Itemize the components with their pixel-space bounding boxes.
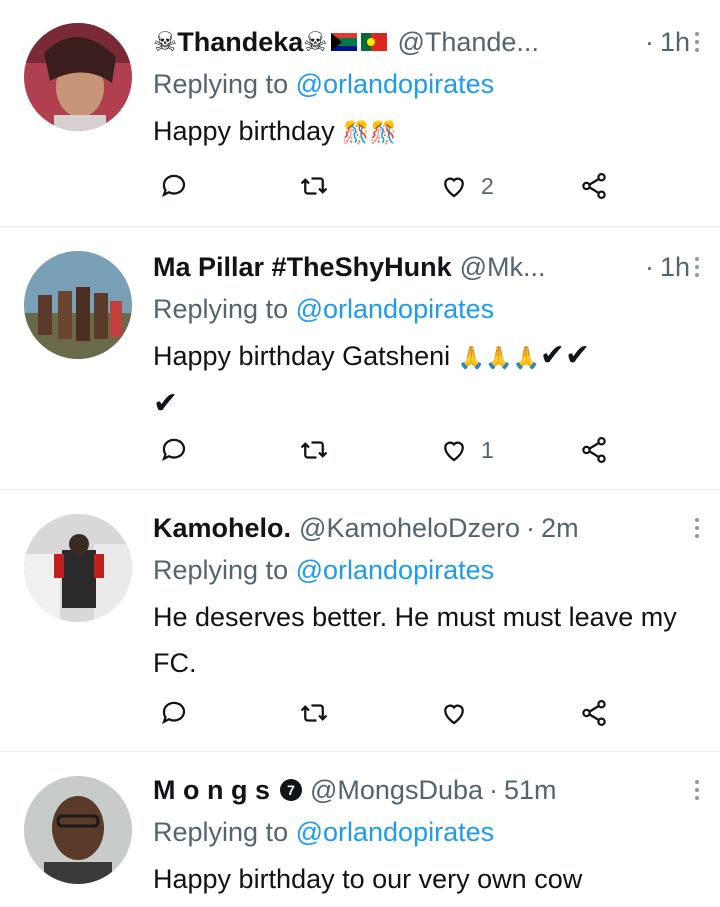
- tweet-text: Happy birthday to our very own cow: [153, 856, 690, 902]
- like-button[interactable]: 1: [439, 430, 494, 470]
- tweet-item[interactable]: ☠Thandeka☠ @Thande... · 1h Replying to @…: [0, 0, 720, 227]
- tweet-text-content: Happy birthday to our very own cow: [153, 864, 583, 894]
- replying-to: Replying to @orlandopirates: [153, 287, 690, 331]
- timestamp[interactable]: 1h: [660, 27, 690, 58]
- user-handle[interactable]: @Mk...: [460, 252, 546, 283]
- share-button[interactable]: [579, 166, 609, 206]
- retweet-icon: [300, 441, 328, 459]
- reply-icon: [162, 174, 186, 197]
- like-button[interactable]: [439, 693, 481, 733]
- tweet-text: Happy birthday Gatsheni 🙏🙏🙏✔✔ ✔: [153, 333, 690, 427]
- reply-button[interactable]: [159, 693, 201, 733]
- mention-link[interactable]: @orlandopirates: [296, 817, 495, 847]
- retweet-icon: [300, 704, 328, 722]
- share-icon: [582, 173, 606, 199]
- replying-to-label: Replying to: [153, 69, 296, 99]
- emoji-confetti: 🎊🎊: [342, 119, 397, 145]
- timestamp[interactable]: 2m: [541, 513, 579, 544]
- separator-dot: ·: [526, 512, 536, 543]
- check-marks: ✔✔: [539, 339, 591, 372]
- tweet-text-content: He deserves better. He must must leave m…: [153, 602, 677, 678]
- avatar[interactable]: [24, 776, 132, 884]
- tweet-header: Kamohelo. @KamoheloDzero · 2m: [153, 508, 706, 548]
- retweet-button[interactable]: [299, 166, 341, 206]
- tweet-text: He deserves better. He must must leave m…: [153, 594, 693, 686]
- like-count: 1: [481, 436, 494, 463]
- replying-to: Replying to @orlandopirates: [153, 810, 690, 854]
- reply-feed: ☠Thandeka☠ @Thande... · 1h Replying to @…: [0, 0, 720, 907]
- tweet-actions: [153, 693, 633, 733]
- like-count: 2: [481, 172, 494, 199]
- like-button[interactable]: 2: [439, 166, 494, 206]
- replying-to-label: Replying to: [153, 294, 296, 324]
- retweet-button[interactable]: [299, 430, 341, 470]
- reply-button[interactable]: [159, 430, 201, 470]
- tweet-text-content: Happy birthday: [153, 116, 335, 146]
- tweet-header: ☠Thandeka☠ @Thande... · 1h: [153, 22, 706, 62]
- separator-dot: ·: [644, 251, 654, 282]
- timestamp[interactable]: 1h: [660, 252, 690, 283]
- user-handle[interactable]: @Thande...: [397, 27, 539, 58]
- avatar[interactable]: [24, 251, 132, 359]
- more-icon[interactable]: [688, 770, 706, 810]
- share-icon: [582, 700, 606, 726]
- share-button[interactable]: [579, 693, 609, 733]
- more-icon[interactable]: [688, 508, 706, 548]
- display-name[interactable]: Kamohelo.: [153, 513, 291, 544]
- user-handle[interactable]: @MongsDuba: [310, 775, 483, 806]
- tweet-actions: 1: [153, 430, 633, 470]
- display-name[interactable]: ☠Thandeka☠: [153, 27, 327, 58]
- flag-icons: [329, 33, 389, 51]
- separator-dot: ·: [489, 774, 498, 805]
- south-africa-flag-icon: [331, 33, 358, 51]
- avatar[interactable]: [24, 23, 132, 131]
- replying-to-label: Replying to: [153, 555, 296, 585]
- check-mark: ✔: [153, 386, 179, 420]
- tweet-header: M o n g s 7 @MongsDuba · 51m: [153, 770, 706, 810]
- portugal-flag-icon: [361, 33, 388, 51]
- reply-icon: [162, 701, 186, 724]
- share-icon: [582, 437, 606, 463]
- tweet-text: Happy birthday 🎊🎊: [153, 108, 690, 156]
- replying-to-label: Replying to: [153, 817, 296, 847]
- like-icon: [444, 177, 464, 198]
- tweet-header: Ma Pillar #TheShyHunk @Mk... · 1h: [153, 247, 706, 287]
- replying-to: Replying to @orlandopirates: [153, 62, 690, 106]
- number-badge-icon: 7: [280, 779, 302, 801]
- replying-to: Replying to @orlandopirates: [153, 548, 690, 592]
- display-name[interactable]: M o n g s: [153, 775, 270, 806]
- more-icon[interactable]: [688, 22, 706, 62]
- mention-link[interactable]: @orlandopirates: [296, 69, 495, 99]
- mention-link[interactable]: @orlandopirates: [296, 294, 495, 324]
- retweet-icon: [300, 177, 328, 195]
- tweet-item[interactable]: Ma Pillar #TheShyHunk @Mk... · 1h Replyi…: [0, 227, 720, 490]
- like-icon: [444, 704, 464, 725]
- more-icon[interactable]: [688, 247, 706, 287]
- share-button[interactable]: [579, 430, 609, 470]
- user-handle[interactable]: @KamoheloDzero: [299, 513, 520, 544]
- avatar[interactable]: [24, 514, 132, 622]
- emoji-praying-hands: 🙏🙏🙏: [457, 344, 540, 370]
- tweet-actions: 2: [153, 166, 633, 206]
- mention-link[interactable]: @orlandopirates: [296, 555, 495, 585]
- like-icon: [444, 441, 464, 462]
- retweet-button[interactable]: [299, 693, 341, 733]
- display-name[interactable]: Ma Pillar #TheShyHunk: [153, 252, 452, 283]
- reply-icon: [162, 438, 186, 461]
- separator-dot: ·: [644, 26, 654, 57]
- timestamp[interactable]: 51m: [504, 775, 557, 806]
- reply-button[interactable]: [159, 166, 201, 206]
- tweet-item[interactable]: M o n g s 7 @MongsDuba · 51m Replying to…: [0, 752, 720, 907]
- tweet-text-content: Happy birthday Gatsheni: [153, 341, 451, 371]
- tweet-item[interactable]: Kamohelo. @KamoheloDzero · 2m Replying t…: [0, 490, 720, 752]
